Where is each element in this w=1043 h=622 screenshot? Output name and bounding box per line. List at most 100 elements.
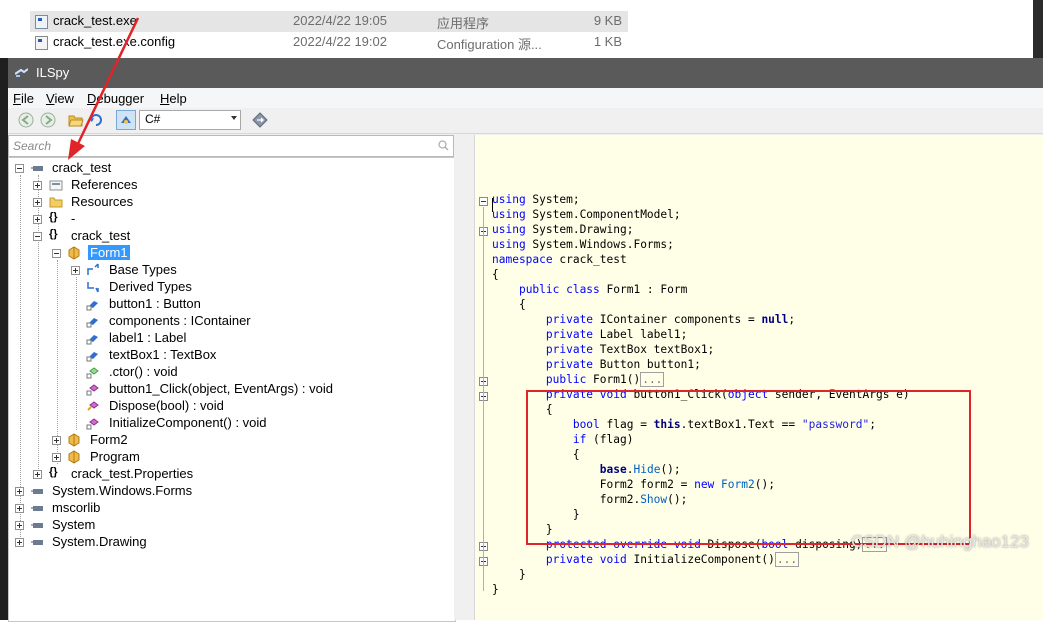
tree-connector [76, 277, 77, 430]
menu-view[interactable]: View [46, 91, 74, 106]
code-token: Label label1; [593, 328, 688, 341]
namespace-icon: {} [49, 228, 58, 240]
code-line: public class Form1 : Form [492, 283, 687, 298]
code-token: System; [525, 193, 580, 206]
file-size: 1 KB [593, 34, 622, 49]
expand-icon[interactable] [71, 266, 80, 275]
search-icon [438, 140, 449, 151]
background-window-edge [1033, 0, 1043, 58]
collapse-icon[interactable] [52, 249, 61, 258]
show-private-icon[interactable] [116, 110, 136, 130]
menu-debugger[interactable]: Debugger [87, 91, 144, 106]
file-type: Configuration 源... [437, 37, 542, 52]
forward-icon[interactable] [40, 112, 56, 128]
code-token: ; [788, 313, 796, 326]
expand-icon[interactable] [33, 198, 42, 207]
menu-file[interactable]: File [13, 91, 34, 106]
code-line: using System.ComponentModel; [492, 208, 681, 223]
collapsed-code-ellipsis[interactable]: ... [774, 552, 800, 567]
collapse-icon[interactable] [33, 232, 42, 241]
search-input[interactable]: Search [8, 135, 454, 157]
code-token: using [492, 223, 526, 236]
code-token: Form1 : Form [599, 283, 688, 296]
expand-icon[interactable] [33, 181, 42, 190]
code-token: Form1() [586, 373, 641, 386]
code-line: } [492, 583, 499, 598]
method-icon [87, 401, 99, 411]
code-token: { [492, 298, 526, 311]
assembly-tree[interactable]: crack_test References Resources {} - {} … [8, 157, 456, 622]
collapse-icon[interactable] [15, 164, 24, 173]
expand-icon[interactable] [33, 470, 42, 479]
base-types-icon [87, 263, 99, 275]
code-line: private Label label1; [492, 328, 687, 343]
class-icon [68, 433, 80, 447]
collapsed-code-ellipsis[interactable]: ... [640, 372, 665, 387]
menu-help[interactable]: Help [160, 91, 187, 106]
file-row-crack-test-exe-config[interactable]: crack_test.exe.config 2022/4/22 19:02 Co… [30, 32, 628, 53]
reload-icon[interactable] [88, 112, 104, 128]
code-token: using [492, 238, 526, 251]
expand-icon[interactable] [15, 538, 24, 547]
code-line: private IContainer components = null; [492, 313, 795, 328]
class-icon [68, 246, 80, 260]
back-icon[interactable] [18, 112, 34, 128]
fold-collapse-icon[interactable] [479, 197, 488, 206]
pane-splitter[interactable] [454, 135, 474, 620]
code-token: Button button1; [593, 358, 701, 371]
code-token: using [492, 193, 526, 206]
code-token: using [492, 208, 526, 221]
expand-icon[interactable] [52, 453, 61, 462]
assembly-icon [31, 166, 43, 171]
folder-icon [49, 197, 63, 208]
search-placeholder: Search [13, 139, 52, 153]
method-icon [86, 367, 99, 379]
file-date: 2022/4/22 19:05 [293, 13, 387, 28]
menu-bar: File View Debugger Help [8, 88, 1043, 108]
code-line: private void InitializeComponent()... [492, 552, 800, 568]
fold-guide [483, 207, 484, 591]
language-value: C# [145, 112, 161, 126]
expand-icon[interactable] [15, 487, 24, 496]
code-line: namespace crack_test [492, 253, 627, 268]
file-name: crack_test.exe [53, 13, 137, 28]
text-caret [492, 198, 493, 212]
expand-icon[interactable] [33, 215, 42, 224]
file-row-crack-test-exe[interactable]: crack_test.exe 2022/4/22 19:05 应用程序 9 KB [30, 11, 628, 32]
file-date: 2022/4/22 19:02 [293, 34, 387, 49]
title-bar[interactable]: ILSpy [8, 58, 1043, 88]
code-line: public Form1()... [492, 372, 665, 388]
code-token: private [545, 343, 594, 356]
watermark: CSDN @huhinghao123 [851, 532, 1029, 551]
language-select[interactable]: C# [139, 110, 241, 130]
open-icon[interactable] [68, 112, 84, 128]
expand-icon[interactable] [52, 436, 61, 445]
code-token: { [492, 268, 499, 281]
code-token: private void [545, 553, 627, 566]
code-line: private Button button1; [492, 358, 701, 373]
code-token: IContainer components = [593, 313, 762, 326]
code-token: namespace [492, 253, 553, 266]
expand-icon[interactable] [15, 521, 24, 530]
file-size: 9 KB [593, 13, 622, 28]
expand-icon[interactable] [15, 504, 24, 513]
code-token: public class [518, 283, 600, 296]
field-icon [86, 318, 98, 328]
ilspy-app-icon [15, 68, 28, 77]
code-token: System.Windows.Forms; [525, 238, 674, 251]
file-name: crack_test.exe.config [53, 34, 176, 49]
chevron-down-icon [231, 116, 237, 120]
code-token: } [492, 568, 526, 581]
code-line: { [492, 268, 499, 283]
code-token: private [545, 313, 594, 326]
tree-connector [57, 260, 58, 464]
assembly-icon [31, 540, 43, 545]
field-icon [86, 335, 98, 345]
window-title: ILSpy [36, 65, 70, 80]
navigate-icon[interactable] [252, 112, 268, 128]
